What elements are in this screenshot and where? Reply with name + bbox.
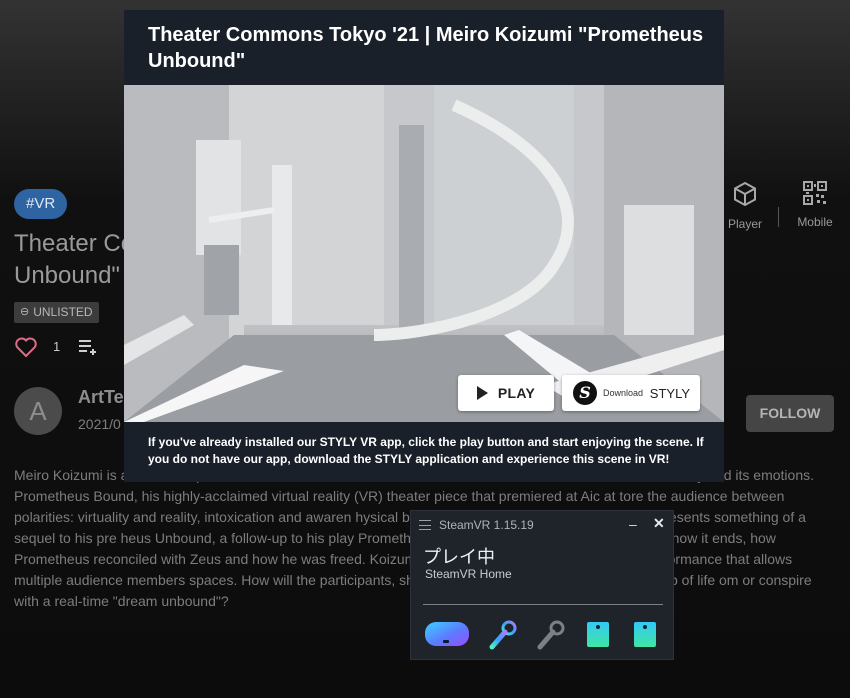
play-label: PLAY <box>497 385 536 401</box>
follow-button[interactable]: FOLLOW <box>746 395 834 432</box>
headset-icon[interactable] <box>423 619 471 649</box>
unlisted-label: UNLISTED <box>33 305 93 319</box>
scene-image <box>124 85 724 422</box>
mobile-label: Mobile <box>797 215 833 229</box>
like-count: 1 <box>53 339 61 354</box>
steamvr-separator <box>423 604 663 605</box>
styly-logo-icon: S <box>573 381 597 405</box>
mobile-button[interactable]: Mobile <box>792 180 838 229</box>
heart-icon[interactable] <box>14 336 38 358</box>
steamvr-status: プレイ中 <box>423 547 495 568</box>
download-styly-button[interactable]: S Download STYLY <box>562 375 700 411</box>
modal-title: Theater Commons Tokyo '21 | Meiro Koizum… <box>148 24 704 72</box>
install-note: If you've already installed our STYLY VR… <box>148 435 704 466</box>
player-label: Player <box>727 217 762 231</box>
play-button[interactable]: PLAY <box>458 375 554 411</box>
link-icon: ⊖ <box>20 306 30 318</box>
tracker-1-icon[interactable] <box>585 619 611 649</box>
author-name[interactable]: ArtTe <box>78 387 124 408</box>
tracker-2-icon[interactable] <box>632 619 658 649</box>
close-button[interactable]: ✕ <box>653 515 665 532</box>
styly-label: STYLY <box>649 385 690 401</box>
steamvr-subtitle: SteamVR Home <box>425 567 512 581</box>
scene-modal: Theater Commons Tokyo '21 | Meiro Koizum… <box>124 10 724 482</box>
minimize-button[interactable]: ‒ <box>629 516 637 532</box>
steamvr-window[interactable]: SteamVR 1.15.19 ‒ ✕ プレイ中 SteamVR Home <box>410 510 674 660</box>
controller-left-icon[interactable] <box>487 619 519 651</box>
controller-right-icon[interactable] <box>535 619 567 651</box>
cube-icon <box>734 181 756 207</box>
qr-code-icon <box>803 181 827 205</box>
player-button[interactable]: Player <box>726 180 764 231</box>
playlist-add-icon[interactable] <box>78 338 100 356</box>
hamburger-menu-icon[interactable] <box>419 520 431 530</box>
action-divider <box>778 207 779 227</box>
play-icon <box>476 386 488 400</box>
vr-tag[interactable]: #VR <box>14 189 68 219</box>
steamvr-title: SteamVR 1.15.19 <box>439 518 534 532</box>
download-label: Download <box>603 388 644 398</box>
unlisted-badge: ⊖ UNLISTED <box>14 302 99 323</box>
avatar[interactable]: A <box>14 387 62 435</box>
scene-thumbnail[interactable] <box>124 85 724 422</box>
publish-date: 2021/0 <box>78 416 121 432</box>
